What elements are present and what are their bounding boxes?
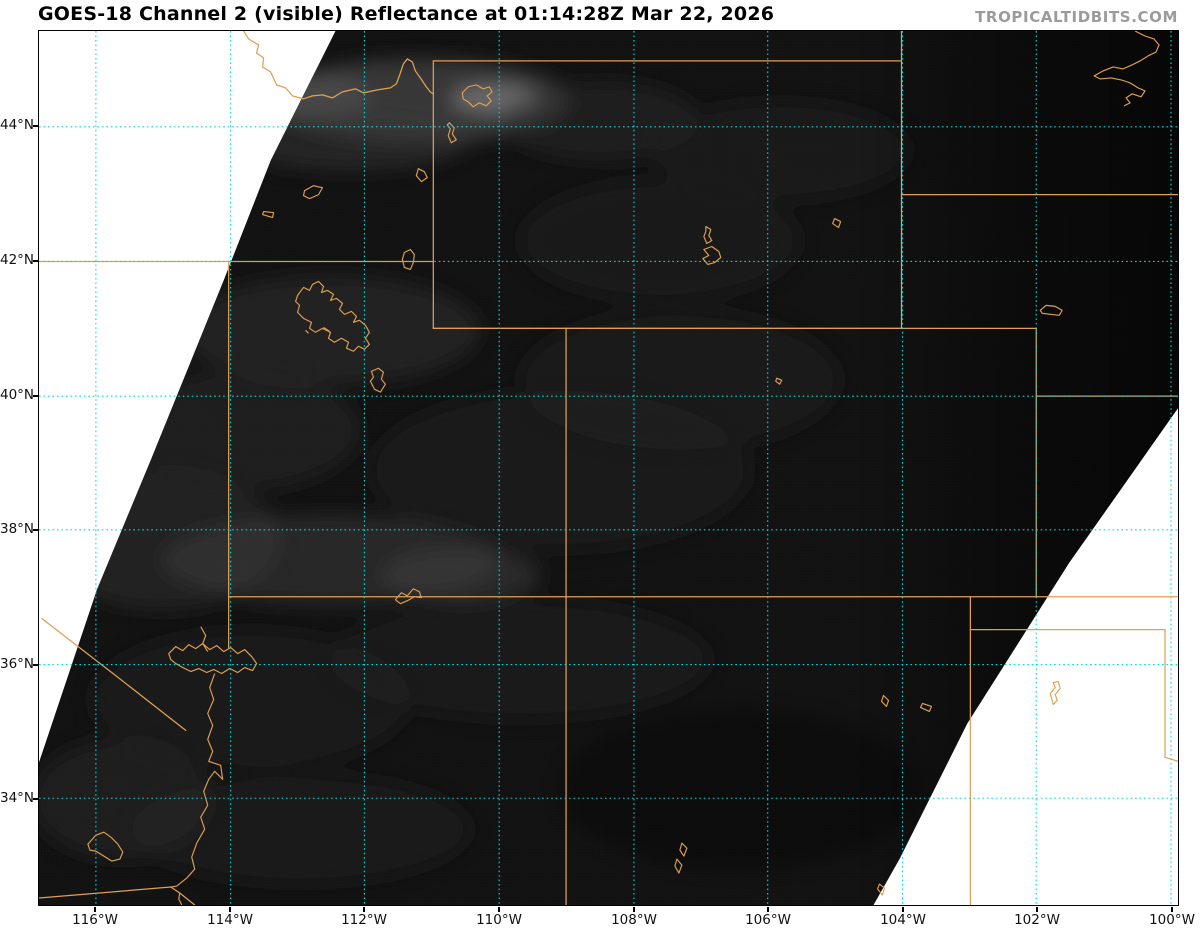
- page-root: { "header": { "title": "GOES-18 Channel …: [0, 0, 1200, 929]
- lon-tick-label: 106°W: [745, 912, 791, 928]
- lon-tick-label: 104°W: [880, 912, 926, 928]
- lon-tick-mark: [633, 906, 635, 912]
- lon-tick-label: 100°W: [1149, 912, 1195, 928]
- lat-tick-label: 34°N: [0, 790, 35, 806]
- lon-tick-label: 116°W: [72, 912, 118, 928]
- page-title: GOES-18 Channel 2 (visible) Reflectance …: [38, 3, 775, 25]
- satellite-map-canvas: [38, 30, 1179, 906]
- lat-tick-label: 36°N: [0, 656, 35, 672]
- lon-tick-mark: [902, 906, 904, 912]
- lon-tick-label: 108°W: [611, 912, 657, 928]
- lon-tick-label: 102°W: [1014, 912, 1060, 928]
- lat-tick-label: 40°N: [0, 387, 35, 403]
- lon-tick-mark: [1036, 906, 1038, 912]
- lon-tick-label: 112°W: [341, 912, 387, 928]
- lake-meredith: [1049, 680, 1061, 706]
- lon-tick-mark: [767, 906, 769, 912]
- lon-tick-mark: [229, 906, 231, 912]
- lon-tick-label: 114°W: [207, 912, 253, 928]
- satellite-map-svg: [39, 31, 1178, 905]
- site-watermark: TROPICALTIDBITS.COM: [975, 8, 1178, 26]
- satellite-imagery-layer: [39, 31, 1178, 905]
- lat-tick-label: 42°N: [0, 252, 35, 268]
- lon-tick-mark: [1171, 906, 1173, 912]
- lon-tick-label: 110°W: [476, 912, 522, 928]
- lat-tick-label: 38°N: [0, 521, 35, 537]
- lon-tick-mark: [498, 906, 500, 912]
- lat-tick-label: 44°N: [0, 117, 35, 133]
- lon-tick-mark: [94, 906, 96, 912]
- lon-tick-mark: [363, 906, 365, 912]
